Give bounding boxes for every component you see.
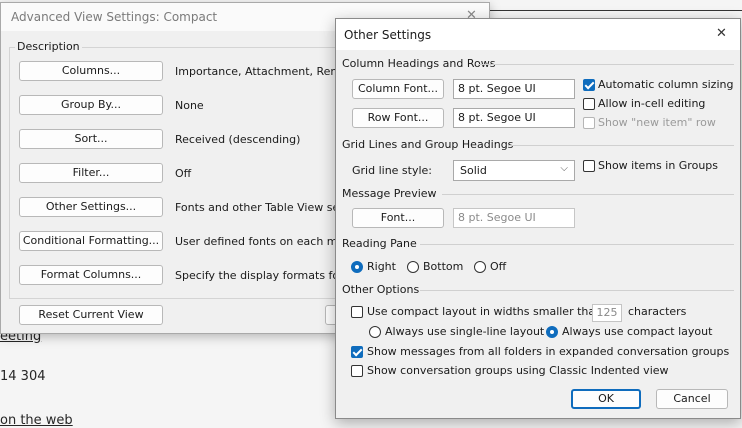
single-line-layout-radio[interactable] bbox=[369, 326, 381, 338]
show-new-item-row-label: Show "new item" row bbox=[598, 116, 716, 129]
ok-button[interactable]: OK bbox=[571, 389, 641, 409]
filter-value: Off bbox=[175, 167, 192, 180]
reading-pane-header: Reading Pane bbox=[342, 237, 417, 250]
allow-incell-editing-label: Allow in-cell editing bbox=[598, 97, 706, 110]
reading-pane-bottom-label: Bottom bbox=[423, 260, 464, 273]
compact-layout-option-label: Always use compact layout bbox=[562, 325, 713, 338]
other-settings-titlebar: Other Settings ✕ bbox=[336, 19, 740, 50]
chevron-down-icon: ⌵ bbox=[560, 163, 568, 174]
reading-pane-bottom-radio[interactable] bbox=[407, 261, 419, 273]
automatic-column-sizing-checkbox[interactable] bbox=[583, 79, 595, 91]
group-by-button[interactable]: Group By... bbox=[19, 95, 163, 115]
other-settings-dialog: Other Settings ✕ Column Headings and Row… bbox=[335, 18, 741, 419]
group-by-value: None bbox=[175, 99, 204, 112]
section-divider bbox=[420, 290, 734, 291]
section-divider bbox=[508, 145, 734, 146]
reading-pane-right-label: Right bbox=[367, 260, 396, 273]
other-options-header: Other Options bbox=[342, 283, 420, 296]
row-font-button[interactable]: Row Font... bbox=[352, 108, 444, 128]
reset-current-view-button[interactable]: Reset Current View bbox=[19, 305, 163, 325]
compact-layout-label: Use compact layout in widths smaller tha… bbox=[367, 305, 603, 318]
reading-pane-right-radio[interactable] bbox=[351, 261, 363, 273]
preview-font-field: 8 pt. Segoe UI bbox=[453, 208, 575, 228]
format-columns-button[interactable]: Format Columns... bbox=[19, 265, 163, 285]
conditional-formatting-value: User defined fonts on each mes bbox=[175, 235, 335, 248]
compact-layout-radio[interactable] bbox=[546, 326, 558, 338]
web-link[interactable]: on the web bbox=[0, 413, 73, 428]
compact-layout-width-field[interactable]: 125 bbox=[592, 304, 622, 322]
show-all-folders-label: Show messages from all folders in expand… bbox=[367, 345, 730, 358]
filter-button[interactable]: Filter... bbox=[19, 163, 163, 183]
other-settings-title: Other Settings bbox=[344, 28, 432, 42]
single-line-layout-label: Always use single-line layout bbox=[385, 325, 545, 338]
format-columns-value: Specify the display formats for e bbox=[175, 269, 335, 282]
show-all-folders-checkbox[interactable] bbox=[351, 346, 363, 358]
column-headings-header: Column Headings and Rows bbox=[342, 57, 496, 70]
sort-button[interactable]: Sort... bbox=[19, 129, 163, 149]
reading-pane-off-label: Off bbox=[490, 260, 507, 273]
close-icon[interactable]: ✕ bbox=[716, 26, 727, 41]
phone-number: 14 304 bbox=[0, 369, 46, 384]
dialog-title: Advanced View Settings: Compact bbox=[11, 10, 218, 24]
columns-button[interactable]: Columns... bbox=[19, 61, 163, 81]
automatic-column-sizing-label: Automatic column sizing bbox=[598, 78, 734, 91]
preview-font-button[interactable]: Font... bbox=[352, 208, 444, 228]
classic-indented-label: Show conversation groups using Classic I… bbox=[367, 364, 669, 377]
message-preview-header: Message Preview bbox=[342, 187, 437, 200]
show-new-item-row-checkbox[interactable] bbox=[583, 117, 595, 129]
grid-line-style-value: Solid bbox=[460, 164, 487, 177]
grid-line-style-label: Grid line style: bbox=[352, 164, 433, 177]
background-divider bbox=[488, 10, 742, 11]
compact-layout-suffix: characters bbox=[628, 305, 687, 318]
section-divider bbox=[420, 244, 734, 245]
cancel-button[interactable]: Cancel bbox=[656, 389, 728, 409]
section-divider bbox=[442, 194, 734, 195]
columns-value: Importance, Attachment, Remin bbox=[175, 65, 335, 78]
other-settings-button[interactable]: Other Settings... bbox=[19, 197, 163, 217]
other-settings-value: Fonts and other Table View sett bbox=[175, 201, 335, 214]
row-font-field: 8 pt. Segoe UI bbox=[453, 108, 575, 128]
conditional-formatting-button[interactable]: Conditional Formatting... bbox=[19, 231, 163, 251]
description-label: Description bbox=[15, 40, 82, 53]
classic-indented-checkbox[interactable] bbox=[351, 365, 363, 377]
section-divider bbox=[478, 64, 734, 65]
compact-layout-checkbox[interactable] bbox=[351, 306, 363, 318]
grid-line-style-select[interactable]: Solid ⌵ bbox=[453, 160, 575, 181]
column-font-field: 8 pt. Segoe UI bbox=[453, 79, 575, 99]
column-font-button[interactable]: Column Font... bbox=[352, 79, 444, 99]
grid-lines-header: Grid Lines and Group Headings bbox=[342, 138, 514, 151]
show-items-in-groups-checkbox[interactable] bbox=[583, 160, 595, 172]
sort-value: Received (descending) bbox=[175, 133, 301, 146]
reading-pane-off-radio[interactable] bbox=[474, 261, 486, 273]
allow-incell-editing-checkbox[interactable] bbox=[583, 98, 595, 110]
show-items-in-groups-label: Show items in Groups bbox=[598, 159, 719, 172]
